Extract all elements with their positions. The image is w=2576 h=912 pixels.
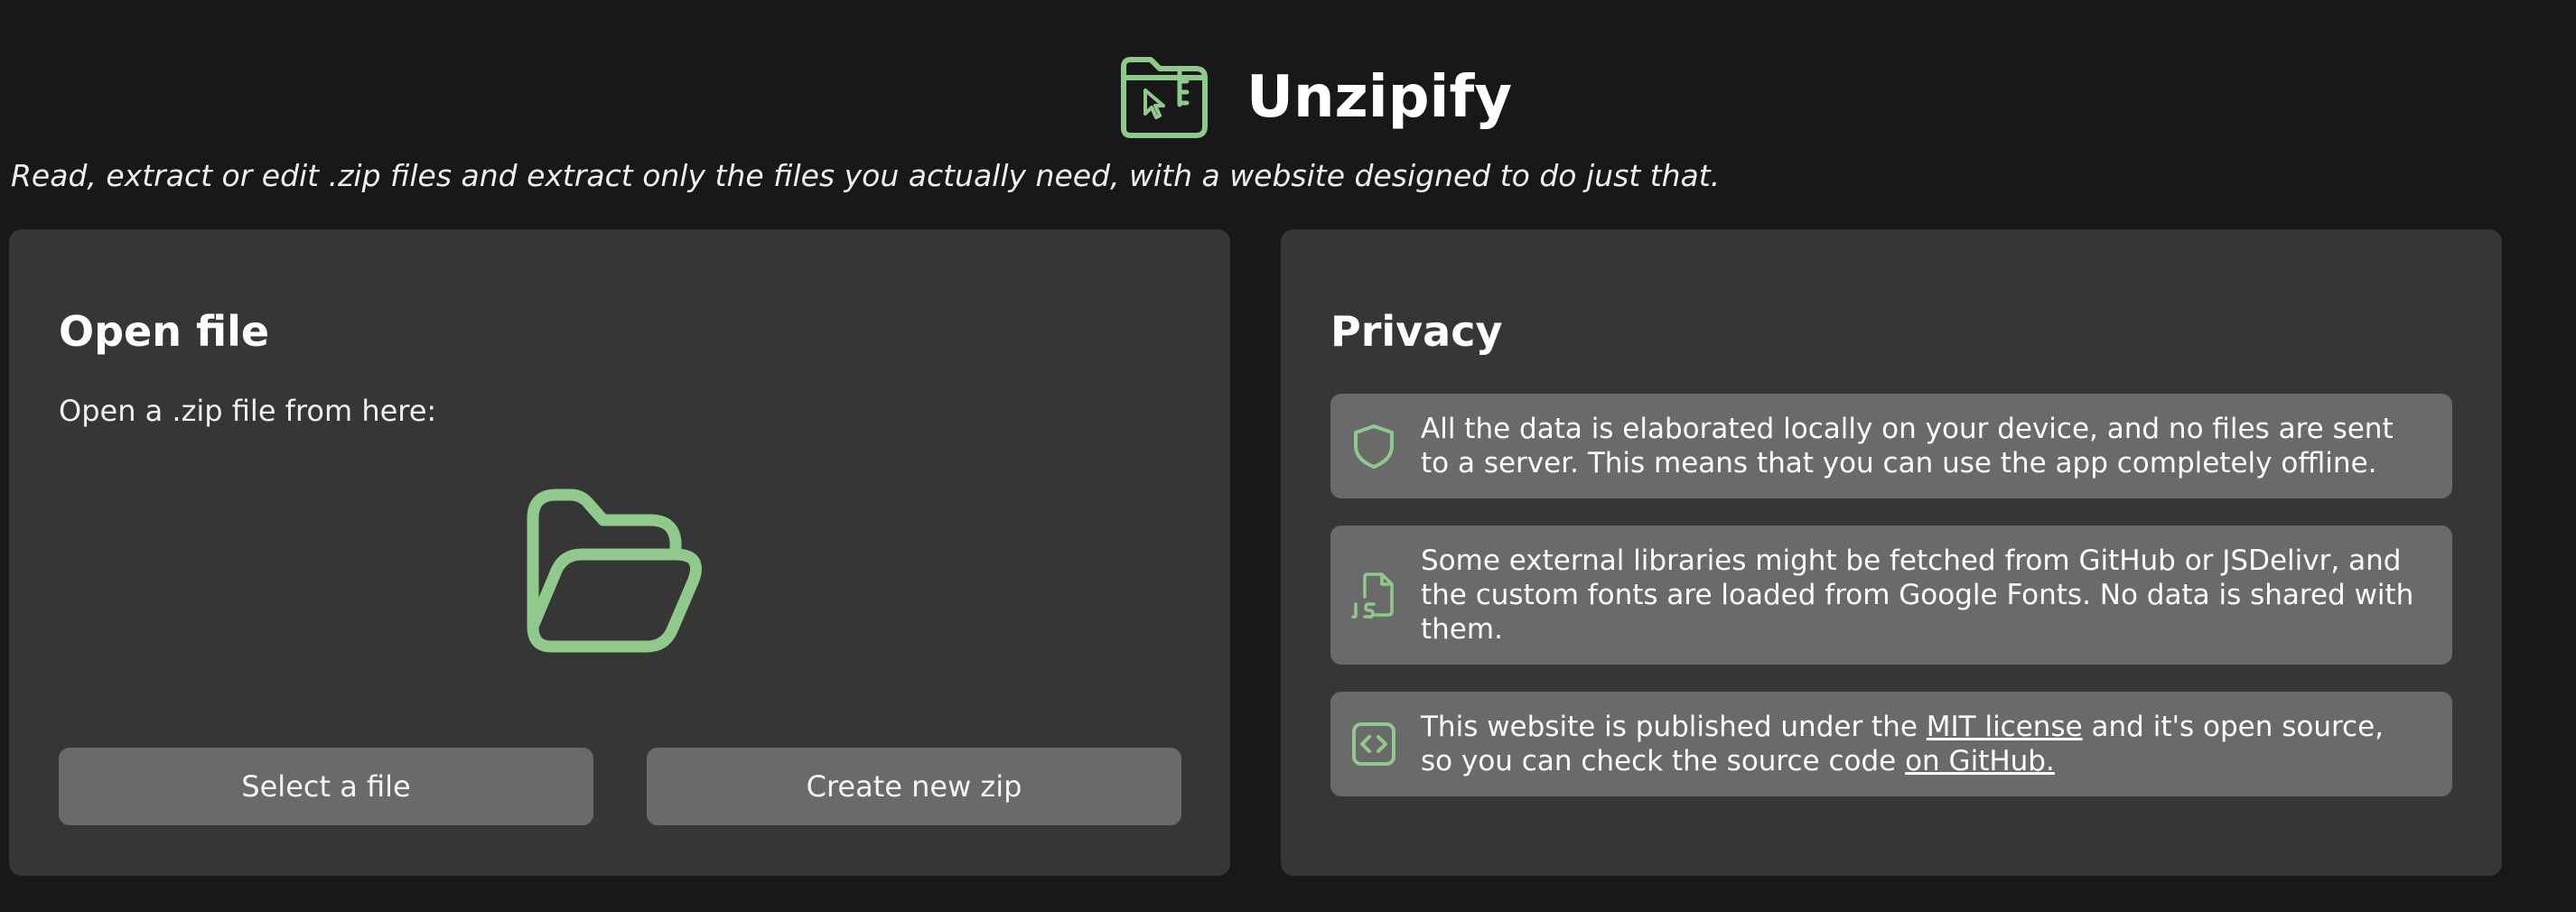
open-file-description: Open a .zip file from here: (59, 394, 437, 428)
zip-folder-cursor-icon (1116, 54, 1210, 141)
privacy-item-local: All the data is elaborated locally on yo… (1330, 394, 2452, 498)
privacy-card: Privacy All the data is elaborated local… (1281, 229, 2502, 876)
license-text-before: This website is published under the (1421, 711, 1927, 743)
privacy-item-text: Some external libraries might be fetched… (1421, 544, 2414, 646)
code-icon (1349, 719, 1399, 769)
shield-icon (1349, 421, 1399, 471)
mit-license-link[interactable]: MIT license (1927, 711, 2083, 743)
app-title: Unzipify (1246, 64, 1513, 131)
folder-open-icon[interactable] (515, 482, 723, 663)
tagline: Read, extract or edit .zip files and ext… (11, 158, 1721, 193)
privacy-item-license: This website is published under the MIT … (1330, 692, 2452, 796)
privacy-item-text: This website is published under the MIT … (1421, 710, 2420, 778)
open-file-title: Open file (59, 307, 270, 356)
create-zip-button[interactable]: Create new zip (647, 748, 1181, 825)
privacy-title: Privacy (1330, 307, 1503, 356)
open-file-card: Open file Open a .zip file from here: Se… (9, 229, 1230, 876)
select-file-button[interactable]: Select a file (59, 748, 593, 825)
brand: Unzipify (1116, 51, 1512, 144)
privacy-item-external: Some external libraries might be fetched… (1330, 526, 2452, 665)
github-link[interactable]: on GitHub. (1905, 745, 2055, 777)
header: Unzipify Read, extract or edit .zip file… (0, 0, 2576, 193)
privacy-item-text: All the data is elaborated locally on yo… (1421, 413, 2394, 479)
js-file-icon (1349, 570, 1399, 620)
